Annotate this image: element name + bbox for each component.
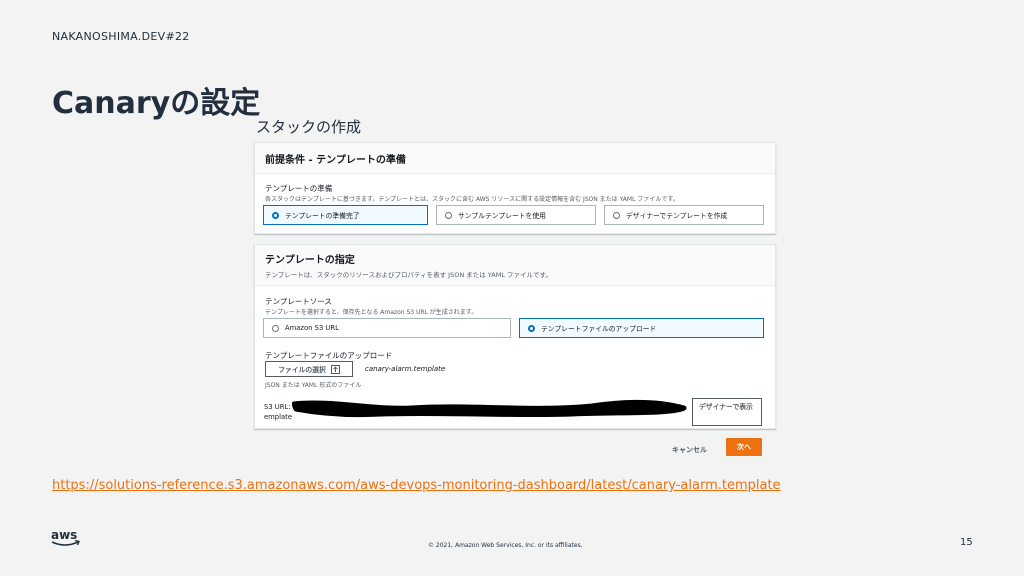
s3-url-value: emplate	[264, 413, 293, 421]
template-source-label: テンプレートソース	[265, 297, 332, 306]
view-in-designer-button[interactable]: デザイナーで表示	[692, 398, 762, 426]
event-label: NAKANOSHIMA.DEV#22	[52, 30, 190, 43]
radio-amazon-s3-url[interactable]: Amazon S3 URL	[263, 318, 511, 338]
template-url-link[interactable]: https://solutions-reference.s3.amazonaws…	[52, 478, 781, 493]
radio-template-ready[interactable]: テンプレートの準備完了	[263, 205, 428, 225]
copyright-text: © 2021, Amazon Web Services, Inc. or its…	[428, 542, 583, 549]
svg-text:aws: aws	[51, 528, 77, 542]
page-number: 15	[960, 537, 973, 548]
slide-title: Canaryの設定	[52, 86, 261, 121]
upload-icon	[330, 364, 340, 374]
choose-file-label: ファイルの選択	[278, 366, 326, 374]
selected-file-name: canary-alarm.template	[365, 365, 446, 373]
file-format-hint: JSON または YAML 形式のファイル	[265, 382, 362, 389]
radio-label: Amazon S3 URL	[285, 324, 339, 332]
slide-subtitle: スタックの作成	[256, 118, 362, 136]
specify-template-heading: テンプレートの指定 テンプレートは、スタックのリソースおよびプロパティを表す J…	[255, 245, 775, 286]
prepare-template-description: 各スタックはテンプレートに基づきます。テンプレートとは、スタックに含む AWS …	[265, 196, 679, 203]
radio-label: サンプルテンプレートを使用	[458, 212, 546, 220]
radio-selected-icon	[528, 324, 535, 332]
template-source-description: テンプレートを選択すると、保存先となる Amazon S3 URL が生成されま…	[265, 309, 478, 316]
next-button[interactable]: 次へ	[726, 438, 762, 456]
radio-unselected-icon	[445, 211, 452, 219]
prerequisite-panel: 前提条件 - テンプレートの準備 テンプレートの準備 各スタックはテンプレートに…	[254, 142, 776, 234]
prepare-template-label: テンプレートの準備	[265, 184, 333, 193]
radio-sample-template[interactable]: サンプルテンプレートを使用	[436, 205, 596, 225]
aws-logo: aws	[51, 528, 80, 546]
prerequisite-heading: 前提条件 - テンプレートの準備	[255, 143, 775, 174]
radio-designer-template[interactable]: デザイナーでテンプレートを作成	[604, 205, 764, 225]
radio-unselected-icon	[613, 211, 620, 219]
console-screenshot: 前提条件 - テンプレートの準備 テンプレートの準備 各スタックはテンプレートに…	[254, 142, 776, 462]
specify-template-title: テンプレートの指定	[265, 255, 355, 266]
cancel-button[interactable]: キャンセル	[672, 445, 707, 455]
radio-label: デザイナーでテンプレートを作成	[626, 212, 728, 220]
s3-url-field: S3 URL: emplate	[264, 402, 292, 422]
radio-upload-template-file[interactable]: テンプレートファイルのアップロード	[519, 318, 764, 338]
redaction-scribble	[292, 399, 687, 418]
specify-template-description: テンプレートは、スタックのリソースおよびプロパティを表す JSON または YA…	[265, 271, 552, 279]
choose-file-button[interactable]: ファイルの選択	[265, 361, 353, 377]
radio-label: テンプレートの準備完了	[285, 212, 360, 220]
radio-label: テンプレートファイルのアップロード	[541, 325, 657, 333]
radio-selected-icon	[272, 211, 279, 219]
upload-file-label: テンプレートファイルのアップロード	[265, 351, 393, 360]
radio-unselected-icon	[272, 324, 279, 332]
s3-url-label: S3 URL:	[264, 403, 291, 411]
